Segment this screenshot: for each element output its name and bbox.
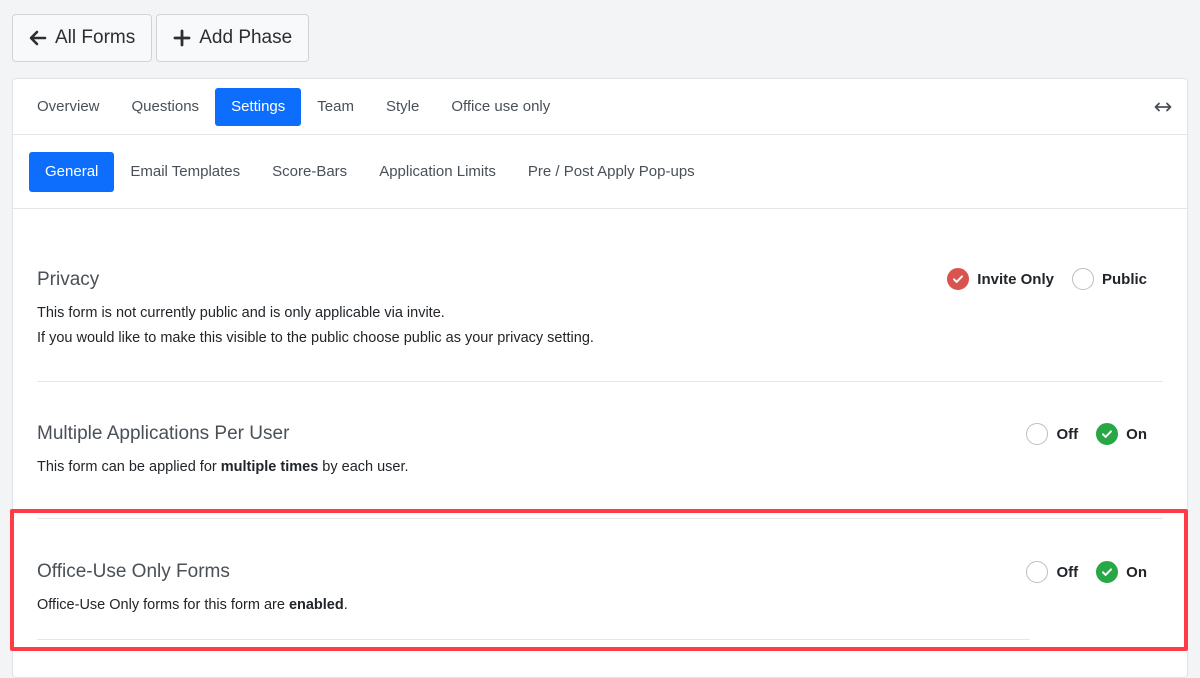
top-toolbar: All Forms Add Phase (12, 14, 310, 62)
add-phase-label: Add Phase (199, 27, 293, 48)
subtab-application-limits[interactable]: Application Limits (363, 152, 512, 192)
office-on-option[interactable]: On (1096, 561, 1147, 583)
radio-empty-icon (1071, 268, 1094, 290)
tab-questions[interactable]: Questions (116, 88, 216, 126)
multiple-applications-title: Multiple Applications Per User (37, 423, 290, 444)
privacy-public-label: Public (1101, 270, 1147, 288)
office-use-options: Off On (1026, 561, 1147, 583)
arrow-left-icon (29, 30, 47, 46)
multiple-desc-prefix: This form can be applied for (37, 459, 221, 475)
main-tabs: Overview Questions Settings Team Style O… (13, 79, 1187, 135)
multiple-on-label: On (1126, 425, 1147, 443)
all-forms-label: All Forms (55, 27, 136, 48)
multiple-desc-suffix: by each user. (318, 459, 409, 475)
tab-style[interactable]: Style (370, 88, 435, 126)
radio-empty-icon (1026, 423, 1049, 445)
office-use-title: Office-Use Only Forms (37, 561, 230, 582)
office-divider (37, 639, 1030, 640)
multiple-on-option[interactable]: On (1096, 423, 1147, 445)
all-forms-button[interactable]: All Forms (12, 14, 153, 62)
office-desc-bold: enabled (288, 597, 344, 613)
office-desc-prefix: Office-Use Only forms for this form are (37, 597, 289, 613)
privacy-line-1: This form is not currently public and is… (37, 305, 445, 321)
tab-team[interactable]: Team (301, 88, 370, 126)
privacy-title: Privacy (37, 269, 100, 290)
privacy-description: This form is not currently public and is… (37, 301, 594, 351)
tab-overview[interactable]: Overview (21, 88, 116, 126)
multiple-applications-section: Multiple Applications Per User This form… (37, 382, 1163, 519)
office-use-description: Office-Use Only forms for this form are … (37, 593, 348, 618)
privacy-section: Privacy This form is not currently publi… (37, 209, 1163, 382)
check-icon (947, 268, 970, 290)
expand-horizontal-icon[interactable] (1153, 100, 1173, 114)
privacy-invite-only-label: Invite Only (977, 270, 1054, 288)
privacy-public-option[interactable]: Public (1071, 268, 1147, 290)
multiple-applications-options: Off On (1026, 423, 1147, 445)
check-icon (1096, 561, 1119, 583)
office-on-label: On (1126, 563, 1147, 581)
add-phase-button[interactable]: Add Phase (156, 14, 310, 62)
office-desc-suffix: . (343, 597, 348, 613)
privacy-invite-only-option[interactable]: Invite Only (947, 268, 1054, 290)
radio-empty-icon (1026, 561, 1049, 583)
subtab-email-templates[interactable]: Email Templates (114, 152, 256, 192)
subtab-general[interactable]: General (29, 151, 115, 192)
sub-tabs: General Email Templates Score-Bars Appli… (13, 135, 1187, 209)
check-icon (1096, 423, 1119, 445)
multiple-applications-description: This form can be applied for multiple ti… (37, 455, 409, 480)
multiple-desc-bold: multiple times (220, 459, 319, 475)
subtab-pre-post-apply-popups[interactable]: Pre / Post Apply Pop-ups (512, 152, 711, 192)
tab-settings[interactable]: Settings (215, 87, 302, 126)
plus-icon (173, 29, 191, 47)
office-off-label: Off (1056, 563, 1079, 581)
tab-office-use-only[interactable]: Office use only (435, 88, 566, 126)
office-off-option[interactable]: Off (1026, 561, 1078, 583)
office-use-section: Office-Use Only Forms Office-Use Only fo… (37, 519, 1163, 640)
multiple-off-label: Off (1056, 425, 1079, 443)
settings-card: Overview Questions Settings Team Style O… (12, 78, 1188, 678)
multiple-off-option[interactable]: Off (1026, 423, 1078, 445)
privacy-options: Invite Only Public (947, 268, 1147, 290)
subtab-score-bars[interactable]: Score-Bars (256, 152, 363, 192)
privacy-line-2: If you would like to make this visible t… (37, 330, 594, 346)
